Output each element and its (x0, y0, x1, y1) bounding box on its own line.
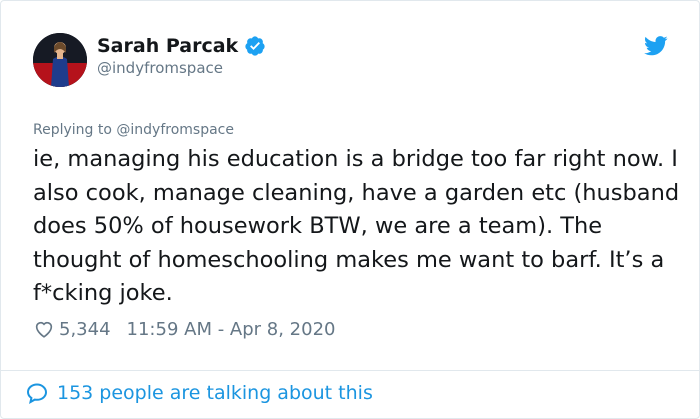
twitter-bird-icon[interactable] (644, 36, 668, 56)
divider (1, 370, 699, 371)
conversation-label[interactable]: 153 people are talking about this (57, 382, 373, 404)
conversation-link[interactable]: 153 people are talking about this (25, 381, 373, 405)
author-name-row[interactable]: Sarah Parcak (97, 35, 266, 57)
speech-bubble-icon (26, 383, 48, 404)
replying-to: Replying to @indyfromspace (33, 122, 234, 138)
heart-icon[interactable] (33, 318, 55, 340)
author-name[interactable]: Sarah Parcak (97, 35, 238, 57)
replying-to-prefix: Replying to (33, 122, 112, 138)
author-handle[interactable]: @indyfromspace (97, 59, 223, 77)
tweet-text: ie, managing his education is a bridge t… (33, 146, 680, 306)
avatar-image (33, 33, 87, 87)
replying-to-handle-link[interactable]: @indyfromspace (116, 122, 234, 138)
tweet-timestamp[interactable]: 11:59 AM - Apr 8, 2020 (127, 319, 336, 340)
verified-badge-icon (245, 36, 265, 56)
avatar[interactable] (33, 33, 87, 87)
tweet-meta: 5,344 11:59 AM - Apr 8, 2020 (33, 318, 335, 340)
like-count[interactable]: 5,344 (59, 319, 111, 340)
tweet-card: Sarah Parcak @indyfromspace Replying to … (0, 0, 700, 419)
